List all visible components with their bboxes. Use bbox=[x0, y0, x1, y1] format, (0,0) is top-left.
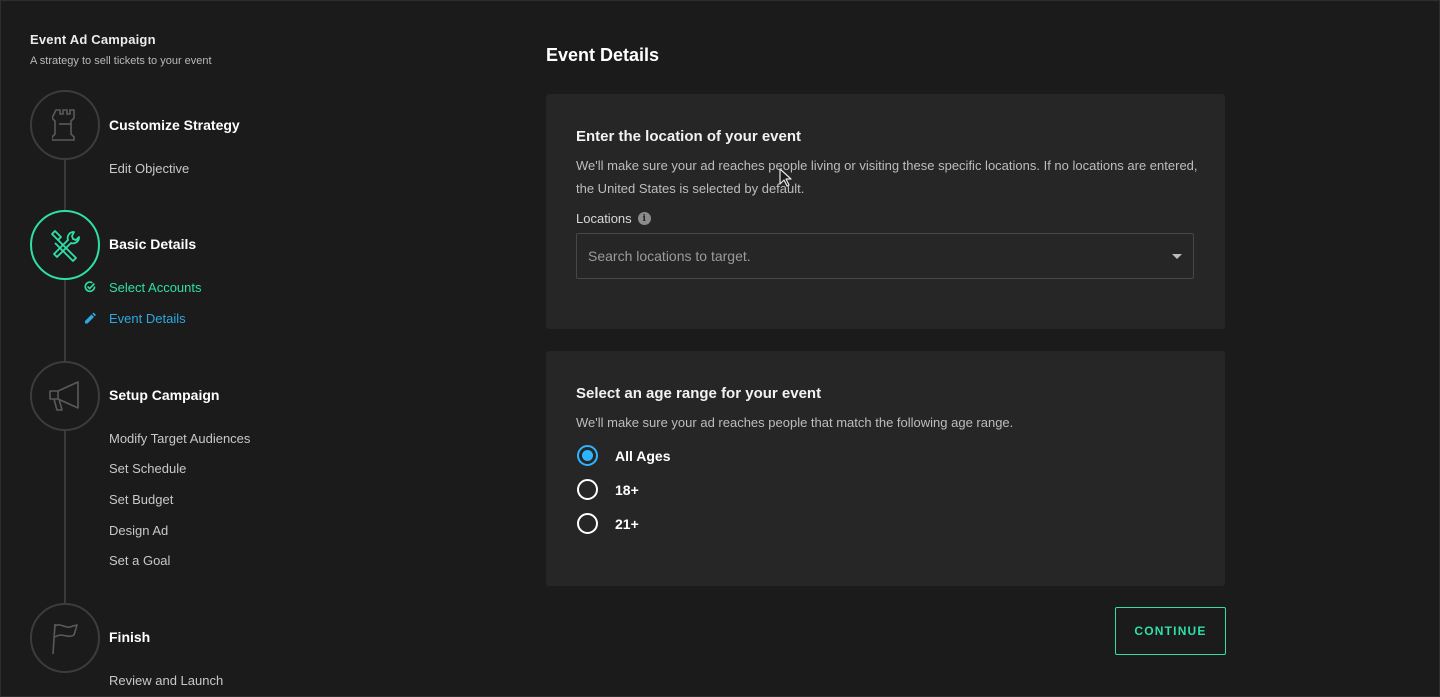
age-range-description: We'll make sure your ad reaches people t… bbox=[576, 415, 1014, 430]
progress-rail bbox=[64, 430, 66, 604]
locations-label-text: Locations bbox=[576, 211, 632, 226]
step-title-finish[interactable]: Finish bbox=[109, 629, 150, 645]
radio-label: 18+ bbox=[615, 481, 639, 498]
locations-search-input[interactable] bbox=[588, 248, 1148, 264]
substep-select-accounts[interactable]: Select Accounts bbox=[109, 280, 202, 295]
locations-select[interactable] bbox=[576, 233, 1194, 279]
mouse-cursor-icon bbox=[779, 168, 792, 187]
campaign-subtitle: A strategy to sell tickets to your event bbox=[30, 55, 212, 67]
step-icon-customize-strategy bbox=[30, 90, 100, 160]
step-icon-setup-campaign bbox=[30, 361, 100, 431]
step-title-setup-campaign[interactable]: Setup Campaign bbox=[109, 387, 219, 403]
radio-label: 21+ bbox=[615, 515, 639, 532]
step-title-customize-strategy[interactable]: Customize Strategy bbox=[109, 117, 240, 133]
progress-rail bbox=[64, 160, 66, 212]
radio-button[interactable] bbox=[577, 479, 598, 500]
location-description: We'll make sure your ad reaches people l… bbox=[576, 158, 1198, 196]
chevron-down-icon[interactable] bbox=[1172, 254, 1182, 259]
location-card: Enter the location of your event We'll m… bbox=[546, 94, 1225, 329]
radio-button[interactable] bbox=[577, 513, 598, 534]
progress-rail bbox=[64, 278, 66, 362]
page-title: Event Details bbox=[546, 45, 660, 65]
substep-set-budget[interactable]: Set Budget bbox=[109, 492, 173, 507]
tools-icon bbox=[51, 230, 80, 262]
radio-label: All Ages bbox=[615, 447, 671, 464]
age-range-heading: Select an age range for your event bbox=[576, 385, 822, 402]
substep-design-ad[interactable]: Design Ad bbox=[109, 523, 168, 538]
chess-rook-icon bbox=[52, 109, 75, 141]
radio-option-all-ages[interactable]: All Ages bbox=[577, 445, 671, 466]
step-title-basic-details[interactable]: Basic Details bbox=[109, 236, 196, 252]
substep-modify-target-audiences[interactable]: Modify Target Audiences bbox=[109, 431, 250, 446]
info-icon[interactable]: i bbox=[637, 212, 651, 225]
age-range-card: Select an age range for your event We'll… bbox=[546, 351, 1225, 586]
substep-event-details[interactable]: Event Details bbox=[109, 311, 186, 326]
campaign-title: Event Ad Campaign bbox=[30, 32, 156, 47]
megaphone-icon bbox=[49, 381, 79, 411]
radio-button[interactable] bbox=[577, 445, 598, 466]
locations-label: Locations i bbox=[576, 211, 651, 226]
continue-button[interactable]: CONTINUE bbox=[1115, 607, 1226, 655]
radio-option-18-plus[interactable]: 18+ bbox=[577, 479, 639, 500]
substep-review-and-launch[interactable]: Review and Launch bbox=[109, 673, 223, 688]
location-heading: Enter the location of your event bbox=[576, 128, 802, 145]
step-icon-finish bbox=[30, 603, 100, 673]
check-circle-icon bbox=[84, 281, 96, 293]
substep-set-schedule[interactable]: Set Schedule bbox=[109, 461, 186, 476]
flag-icon bbox=[52, 623, 78, 655]
pencil-icon bbox=[85, 312, 96, 324]
substep-edit-objective[interactable]: Edit Objective bbox=[109, 161, 189, 176]
step-icon-basic-details bbox=[30, 210, 100, 280]
substep-set-a-goal[interactable]: Set a Goal bbox=[109, 553, 170, 568]
radio-option-21-plus[interactable]: 21+ bbox=[577, 513, 639, 534]
